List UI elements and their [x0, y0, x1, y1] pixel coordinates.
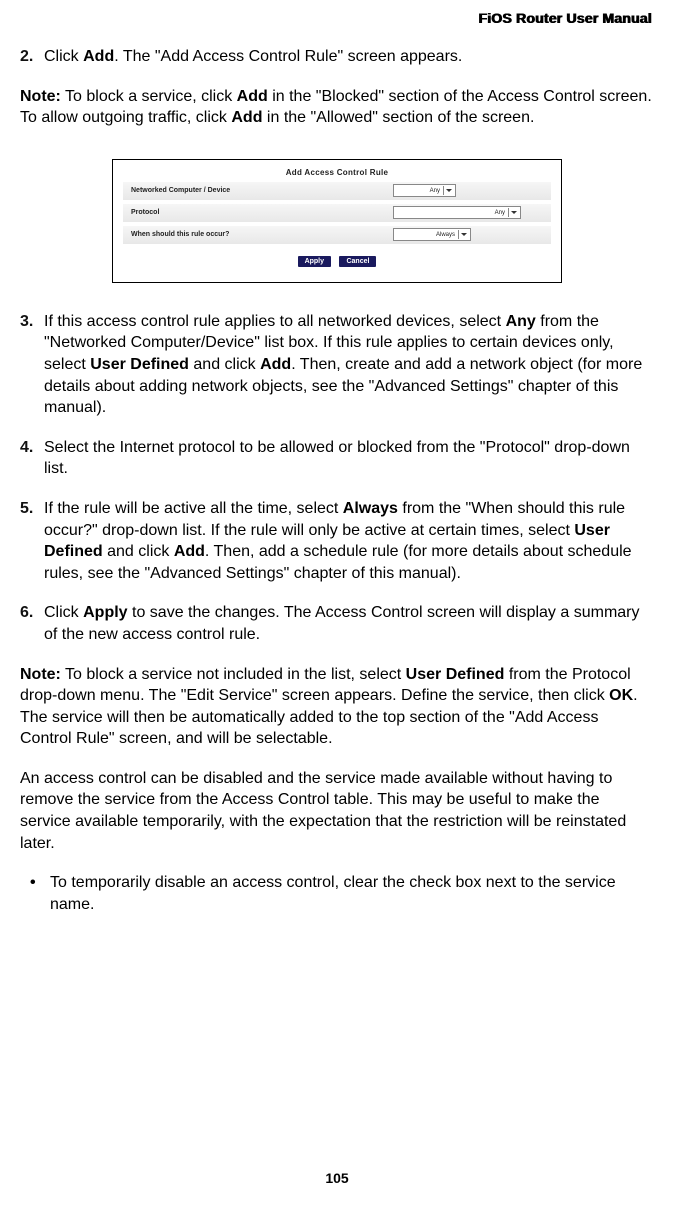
document-header: FiOS Router User Manual	[0, 0, 674, 46]
screenshot-label: Networked Computer / Device	[131, 187, 393, 194]
screenshot-control: Always	[393, 228, 543, 241]
step-4: 4. Select the Internet protocol to be al…	[20, 437, 654, 480]
step-text: Click Apply to save the changes. The Acc…	[44, 602, 654, 645]
bullet-item: • To temporarily disable an access contr…	[20, 872, 654, 915]
chevron-down-icon	[458, 230, 468, 239]
bullet-dot: •	[30, 872, 50, 915]
chevron-down-icon	[443, 186, 453, 195]
step-list-continued: 3. If this access control rule applies t…	[20, 311, 654, 646]
note-1: Note: To block a service, click Add in t…	[20, 86, 654, 129]
step-5: 5. If the rule will be active all the ti…	[20, 498, 654, 584]
page-number: 105	[0, 1170, 674, 1186]
chevron-down-icon	[508, 208, 518, 217]
step-number: 4.	[20, 437, 44, 480]
note-2: Note: To block a service not included in…	[20, 664, 654, 750]
step-list: 2. Click Add. The "Add Access Control Ru…	[20, 46, 654, 68]
screenshot-row-when: When should this rule occur? Always	[123, 226, 551, 244]
step-number: 3.	[20, 311, 44, 419]
protocol-select[interactable]: Any	[393, 206, 521, 219]
screenshot-title: Add Access Control Rule	[123, 168, 551, 177]
step-6: 6. Click Apply to save the changes. The …	[20, 602, 654, 645]
screenshot-control: Any	[393, 206, 543, 219]
screenshot-row-protocol: Protocol Any	[123, 204, 551, 222]
page-content: 2. Click Add. The "Add Access Control Ru…	[0, 46, 674, 915]
apply-button[interactable]: Apply	[298, 256, 331, 267]
device-select[interactable]: Any	[393, 184, 456, 197]
bullet-text: To temporarily disable an access control…	[50, 872, 654, 915]
screenshot-label: When should this rule occur?	[131, 231, 393, 238]
step-number: 5.	[20, 498, 44, 584]
screenshot-label: Protocol	[131, 209, 393, 216]
cancel-button[interactable]: Cancel	[339, 256, 376, 267]
header-title: FiOS Router User Manual	[479, 10, 652, 26]
when-select[interactable]: Always	[393, 228, 471, 241]
step-number: 2.	[20, 46, 44, 68]
embedded-screenshot: Add Access Control Rule Networked Comput…	[112, 159, 562, 283]
step-3: 3. If this access control rule applies t…	[20, 311, 654, 419]
screenshot-buttons: Apply Cancel	[123, 250, 551, 268]
step-2: 2. Click Add. The "Add Access Control Ru…	[20, 46, 654, 68]
screenshot-body: Networked Computer / Device Any Protocol…	[123, 182, 551, 244]
paragraph-disable-info: An access control can be disabled and th…	[20, 768, 654, 854]
step-text: Click Add. The "Add Access Control Rule"…	[44, 46, 654, 68]
bullet-list: • To temporarily disable an access contr…	[20, 872, 654, 915]
screenshot-row-device: Networked Computer / Device Any	[123, 182, 551, 200]
step-text: Select the Internet protocol to be allow…	[44, 437, 654, 480]
step-text: If the rule will be active all the time,…	[44, 498, 654, 584]
step-text: If this access control rule applies to a…	[44, 311, 654, 419]
screenshot-control: Any	[393, 184, 543, 197]
step-number: 6.	[20, 602, 44, 645]
